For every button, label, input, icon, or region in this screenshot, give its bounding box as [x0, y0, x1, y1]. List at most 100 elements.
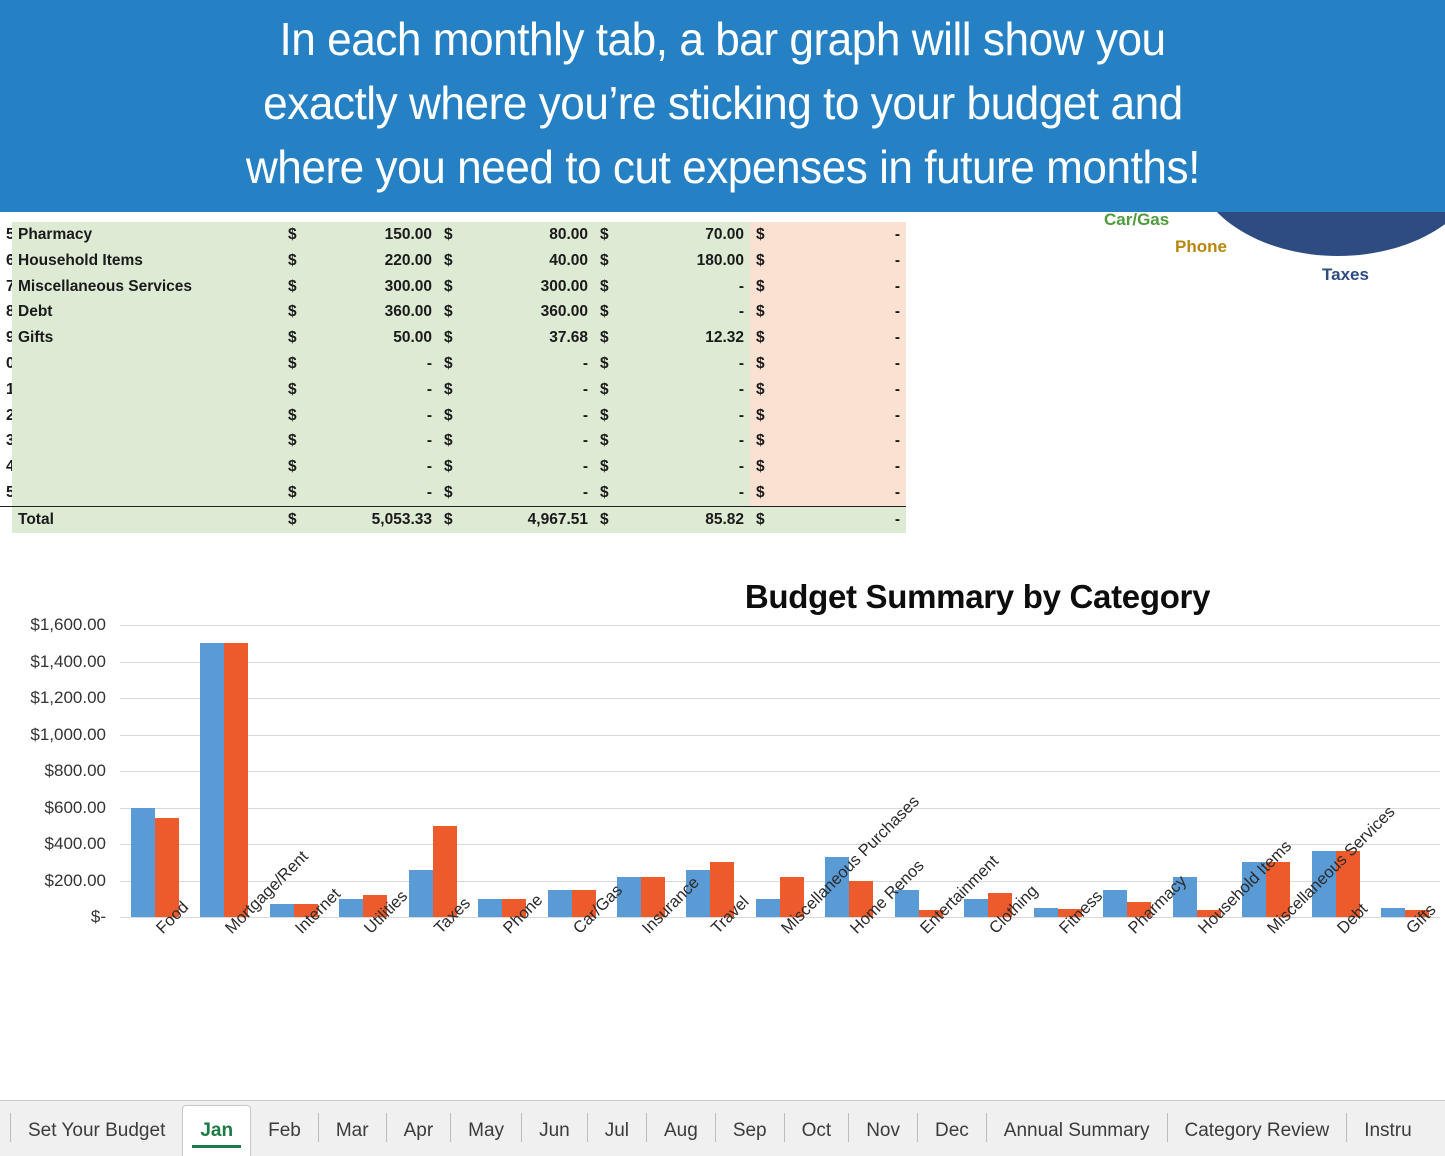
cell-under-sign[interactable]: $ [594, 454, 630, 480]
cell-category[interactable]: Miscellaneous Services [12, 273, 282, 300]
cell-over-sign[interactable]: $ [750, 247, 786, 274]
sheet-tab-feb[interactable]: Feb [251, 1105, 318, 1156]
sheet-tab-jul[interactable]: Jul [588, 1105, 646, 1156]
cell-budget-sign[interactable]: $ [282, 325, 318, 351]
cell-under-sign[interactable]: $ [594, 402, 630, 429]
cell-category[interactable]: Gifts [12, 325, 282, 351]
cell-over[interactable]: - [786, 479, 906, 507]
cell-budget[interactable]: - [318, 428, 438, 455]
cell-category[interactable]: Debt [12, 299, 282, 326]
cell-under[interactable]: - [630, 402, 750, 429]
table-row[interactable]: 6 Household Items $220.00 $40.00 $180.00 $ - [0, 247, 906, 274]
table-row[interactable]: 5 $ - $ - $ - $ - [0, 479, 906, 507]
cell-under-sign[interactable]: $ [594, 325, 630, 351]
cell-actual[interactable]: 80.00 [474, 222, 594, 248]
cell-budget[interactable]: - [318, 454, 438, 480]
cell-under-sign[interactable]: $ [594, 299, 630, 326]
cell-actual[interactable]: 360.00 [474, 299, 594, 326]
cell-budget-sign[interactable]: $ [282, 247, 318, 274]
cell-over-sign[interactable]: $ [750, 402, 786, 429]
cell-budget-sign[interactable]: $ [282, 350, 318, 377]
cell-over-sign[interactable]: $ [750, 376, 786, 403]
cell-under[interactable]: 180.00 [630, 247, 750, 274]
cell-over[interactable]: - [786, 247, 906, 274]
row-number[interactable]: 3 [0, 428, 12, 455]
sheet-tab-nov[interactable]: Nov [849, 1105, 917, 1156]
cell-over-sign[interactable]: $ [750, 299, 786, 326]
row-number[interactable]: 4 [0, 454, 12, 480]
cell-under[interactable]: - [630, 376, 750, 403]
cell-actual[interactable]: - [474, 454, 594, 480]
cell-under[interactable]: - [630, 428, 750, 455]
row-number[interactable]: 0 [0, 350, 12, 377]
cell-over[interactable]: - [786, 273, 906, 300]
cell-category[interactable] [12, 402, 282, 429]
sheet-tab-oct[interactable]: Oct [785, 1105, 849, 1156]
table-row[interactable]: 3 $ - $ - $ - $ - [0, 428, 906, 455]
cell-budget-sign[interactable]: $ [282, 454, 318, 480]
cell-actual[interactable]: - [474, 402, 594, 429]
row-number[interactable]: 9 [0, 325, 12, 351]
sheet-tab-category-review[interactable]: Category Review [1168, 1105, 1347, 1156]
cell-over-sign[interactable]: $ [750, 350, 786, 377]
cell-under-sign[interactable]: $ [594, 428, 630, 455]
cell-under-sign[interactable]: $ [594, 376, 630, 403]
cell-actual[interactable]: - [474, 350, 594, 377]
cell-category[interactable]: Household Items [12, 247, 282, 274]
cell-category[interactable] [12, 454, 282, 480]
sheet-tab-aug[interactable]: Aug [647, 1105, 715, 1156]
cell-over-sign[interactable]: $ [750, 273, 786, 300]
table-row[interactable]: 1 $ - $ - $ - $ - [0, 376, 906, 403]
cell-under[interactable]: 12.32 [630, 325, 750, 351]
cell-budget-sign[interactable]: $ [282, 505, 318, 533]
row-number[interactable]: 5 [0, 479, 12, 507]
cell-category[interactable] [12, 376, 282, 403]
table-total-row[interactable]: Total $5,053.33 $4,967.51 $85.82 $ - [0, 505, 906, 533]
cell-category[interactable] [12, 428, 282, 455]
sheet-tab-may[interactable]: May [451, 1105, 521, 1156]
cell-actual[interactable]: - [474, 428, 594, 455]
row-number[interactable]: 1 [0, 376, 12, 403]
cell-actual-sign[interactable]: $ [438, 402, 474, 429]
cell-under[interactable]: - [630, 273, 750, 300]
sheet-tab-set-your-budget[interactable]: Set Your Budget [11, 1105, 182, 1156]
cell-actual-sign[interactable]: $ [438, 325, 474, 351]
cell-actual-sign[interactable]: $ [438, 454, 474, 480]
row-number[interactable] [0, 505, 12, 533]
cell-under[interactable]: 70.00 [630, 222, 750, 248]
sheet-tab-sep[interactable]: Sep [716, 1105, 784, 1156]
cell-actual-sign[interactable]: $ [438, 273, 474, 300]
cell-over[interactable]: - [786, 350, 906, 377]
cell-actual-sign[interactable]: $ [438, 479, 474, 507]
cell-actual[interactable]: 300.00 [474, 273, 594, 300]
budget-table[interactable]: 5 Pharmacy $150.00 $80.00 $70.00 $ -6 Household… [0, 222, 906, 533]
cell-over[interactable]: - [786, 222, 906, 248]
cell-over-sign[interactable]: $ [750, 505, 786, 533]
sheet-tab-jun[interactable]: Jun [522, 1105, 587, 1156]
table-row[interactable]: 2 $ - $ - $ - $ - [0, 402, 906, 429]
cell-under-sign[interactable]: $ [594, 222, 630, 248]
sheet-tab-mar[interactable]: Mar [319, 1105, 386, 1156]
table-row[interactable]: 9 Gifts $50.00 $37.68 $12.32 $ - [0, 325, 906, 351]
cell-under[interactable]: - [630, 454, 750, 480]
row-number[interactable]: 2 [0, 402, 12, 429]
cell-budget[interactable]: 360.00 [318, 299, 438, 326]
cell-over-sign[interactable]: $ [750, 222, 786, 248]
cell-actual[interactable]: 40.00 [474, 247, 594, 274]
cell-actual-sign[interactable]: $ [438, 376, 474, 403]
cell-category[interactable] [12, 350, 282, 377]
table-row[interactable]: 4 $ - $ - $ - $ - [0, 454, 906, 480]
table-row[interactable]: 5 Pharmacy $150.00 $80.00 $70.00 $ - [0, 222, 906, 248]
cell-actual[interactable]: 37.68 [474, 325, 594, 351]
sheet-tab-apr[interactable]: Apr [387, 1105, 451, 1156]
cell-over[interactable]: - [786, 299, 906, 326]
sheet-tab-jan[interactable]: Jan [182, 1105, 252, 1156]
cell-over-sign[interactable]: $ [750, 325, 786, 351]
row-number[interactable]: 8 [0, 299, 12, 326]
cell-actual[interactable]: 4,967.51 [474, 505, 594, 533]
cell-budget[interactable]: - [318, 479, 438, 507]
cell-category[interactable]: Total [12, 505, 282, 533]
sheet-tab-annual-summary[interactable]: Annual Summary [987, 1105, 1167, 1156]
cell-budget-sign[interactable]: $ [282, 402, 318, 429]
cell-budget[interactable]: 150.00 [318, 222, 438, 248]
